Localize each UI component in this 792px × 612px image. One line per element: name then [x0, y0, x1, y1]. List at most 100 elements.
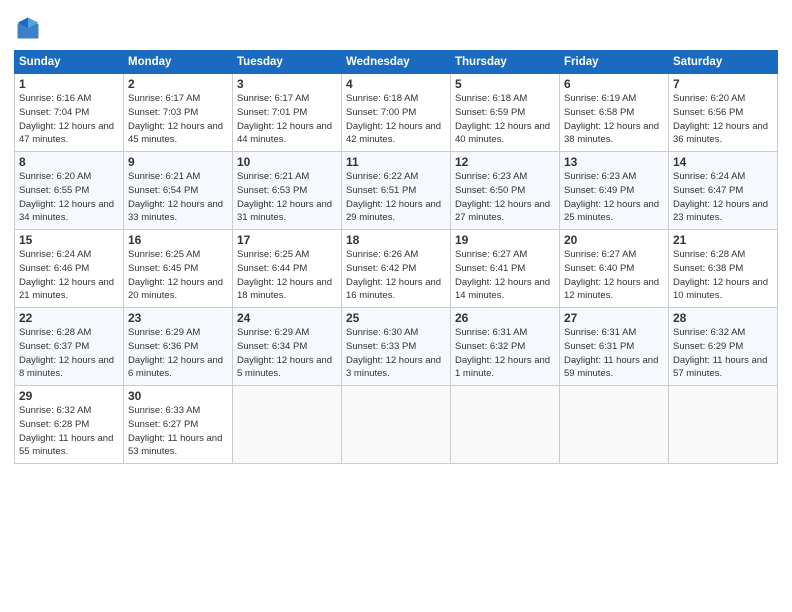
calendar-cell: 17Sunrise: 6:25 AM Sunset: 6:44 PM Dayli… — [233, 230, 342, 308]
calendar-table: SundayMondayTuesdayWednesdayThursdayFrid… — [14, 50, 778, 464]
day-info: Sunrise: 6:20 AM Sunset: 6:55 PM Dayligh… — [19, 170, 119, 225]
calendar-cell: 7Sunrise: 6:20 AM Sunset: 6:56 PM Daylig… — [669, 74, 778, 152]
day-number: 2 — [128, 77, 228, 91]
calendar-cell: 24Sunrise: 6:29 AM Sunset: 6:34 PM Dayli… — [233, 308, 342, 386]
day-number: 12 — [455, 155, 555, 169]
calendar-cell — [451, 386, 560, 464]
day-info: Sunrise: 6:31 AM Sunset: 6:31 PM Dayligh… — [564, 326, 664, 381]
weekday-header: Saturday — [669, 51, 778, 74]
day-info: Sunrise: 6:27 AM Sunset: 6:41 PM Dayligh… — [455, 248, 555, 303]
calendar-cell: 30Sunrise: 6:33 AM Sunset: 6:27 PM Dayli… — [124, 386, 233, 464]
day-info: Sunrise: 6:33 AM Sunset: 6:27 PM Dayligh… — [128, 404, 228, 459]
day-number: 26 — [455, 311, 555, 325]
day-info: Sunrise: 6:30 AM Sunset: 6:33 PM Dayligh… — [346, 326, 446, 381]
day-info: Sunrise: 6:20 AM Sunset: 6:56 PM Dayligh… — [673, 92, 773, 147]
calendar-cell: 27Sunrise: 6:31 AM Sunset: 6:31 PM Dayli… — [560, 308, 669, 386]
day-info: Sunrise: 6:32 AM Sunset: 6:28 PM Dayligh… — [19, 404, 119, 459]
day-number: 21 — [673, 233, 773, 247]
calendar-cell: 25Sunrise: 6:30 AM Sunset: 6:33 PM Dayli… — [342, 308, 451, 386]
calendar-cell: 6Sunrise: 6:19 AM Sunset: 6:58 PM Daylig… — [560, 74, 669, 152]
header — [14, 10, 778, 42]
day-number: 9 — [128, 155, 228, 169]
day-info: Sunrise: 6:25 AM Sunset: 6:45 PM Dayligh… — [128, 248, 228, 303]
day-info: Sunrise: 6:28 AM Sunset: 6:38 PM Dayligh… — [673, 248, 773, 303]
calendar-week-row: 22Sunrise: 6:28 AM Sunset: 6:37 PM Dayli… — [15, 308, 778, 386]
day-number: 10 — [237, 155, 337, 169]
calendar-week-row: 15Sunrise: 6:24 AM Sunset: 6:46 PM Dayli… — [15, 230, 778, 308]
calendar-cell: 2Sunrise: 6:17 AM Sunset: 7:03 PM Daylig… — [124, 74, 233, 152]
day-info: Sunrise: 6:21 AM Sunset: 6:53 PM Dayligh… — [237, 170, 337, 225]
calendar-cell: 4Sunrise: 6:18 AM Sunset: 7:00 PM Daylig… — [342, 74, 451, 152]
day-number: 11 — [346, 155, 446, 169]
day-info: Sunrise: 6:24 AM Sunset: 6:47 PM Dayligh… — [673, 170, 773, 225]
weekday-header: Sunday — [15, 51, 124, 74]
day-number: 8 — [19, 155, 119, 169]
calendar-cell: 12Sunrise: 6:23 AM Sunset: 6:50 PM Dayli… — [451, 152, 560, 230]
day-number: 4 — [346, 77, 446, 91]
day-number: 3 — [237, 77, 337, 91]
day-number: 16 — [128, 233, 228, 247]
day-info: Sunrise: 6:29 AM Sunset: 6:34 PM Dayligh… — [237, 326, 337, 381]
calendar-cell — [342, 386, 451, 464]
day-info: Sunrise: 6:18 AM Sunset: 6:59 PM Dayligh… — [455, 92, 555, 147]
day-number: 18 — [346, 233, 446, 247]
weekday-header: Wednesday — [342, 51, 451, 74]
weekday-header: Monday — [124, 51, 233, 74]
calendar-cell: 13Sunrise: 6:23 AM Sunset: 6:49 PM Dayli… — [560, 152, 669, 230]
day-info: Sunrise: 6:16 AM Sunset: 7:04 PM Dayligh… — [19, 92, 119, 147]
header-row: SundayMondayTuesdayWednesdayThursdayFrid… — [15, 51, 778, 74]
day-info: Sunrise: 6:17 AM Sunset: 7:01 PM Dayligh… — [237, 92, 337, 147]
day-info: Sunrise: 6:26 AM Sunset: 6:42 PM Dayligh… — [346, 248, 446, 303]
day-number: 30 — [128, 389, 228, 403]
day-info: Sunrise: 6:28 AM Sunset: 6:37 PM Dayligh… — [19, 326, 119, 381]
day-number: 23 — [128, 311, 228, 325]
day-number: 1 — [19, 77, 119, 91]
calendar-cell: 5Sunrise: 6:18 AM Sunset: 6:59 PM Daylig… — [451, 74, 560, 152]
day-info: Sunrise: 6:23 AM Sunset: 6:49 PM Dayligh… — [564, 170, 664, 225]
day-number: 7 — [673, 77, 773, 91]
day-info: Sunrise: 6:25 AM Sunset: 6:44 PM Dayligh… — [237, 248, 337, 303]
calendar-cell: 9Sunrise: 6:21 AM Sunset: 6:54 PM Daylig… — [124, 152, 233, 230]
day-info: Sunrise: 6:29 AM Sunset: 6:36 PM Dayligh… — [128, 326, 228, 381]
day-number: 24 — [237, 311, 337, 325]
day-info: Sunrise: 6:23 AM Sunset: 6:50 PM Dayligh… — [455, 170, 555, 225]
day-number: 27 — [564, 311, 664, 325]
calendar-cell: 18Sunrise: 6:26 AM Sunset: 6:42 PM Dayli… — [342, 230, 451, 308]
calendar-cell: 21Sunrise: 6:28 AM Sunset: 6:38 PM Dayli… — [669, 230, 778, 308]
day-number: 29 — [19, 389, 119, 403]
calendar-week-row: 1Sunrise: 6:16 AM Sunset: 7:04 PM Daylig… — [15, 74, 778, 152]
calendar-cell: 22Sunrise: 6:28 AM Sunset: 6:37 PM Dayli… — [15, 308, 124, 386]
day-info: Sunrise: 6:32 AM Sunset: 6:29 PM Dayligh… — [673, 326, 773, 381]
calendar-cell: 3Sunrise: 6:17 AM Sunset: 7:01 PM Daylig… — [233, 74, 342, 152]
calendar-cell: 10Sunrise: 6:21 AM Sunset: 6:53 PM Dayli… — [233, 152, 342, 230]
calendar-cell: 19Sunrise: 6:27 AM Sunset: 6:41 PM Dayli… — [451, 230, 560, 308]
logo — [14, 14, 45, 42]
day-info: Sunrise: 6:17 AM Sunset: 7:03 PM Dayligh… — [128, 92, 228, 147]
calendar-cell — [669, 386, 778, 464]
calendar-cell — [233, 386, 342, 464]
calendar-cell: 28Sunrise: 6:32 AM Sunset: 6:29 PM Dayli… — [669, 308, 778, 386]
calendar-header: SundayMondayTuesdayWednesdayThursdayFrid… — [15, 51, 778, 74]
day-info: Sunrise: 6:22 AM Sunset: 6:51 PM Dayligh… — [346, 170, 446, 225]
day-info: Sunrise: 6:24 AM Sunset: 6:46 PM Dayligh… — [19, 248, 119, 303]
day-number: 20 — [564, 233, 664, 247]
day-info: Sunrise: 6:19 AM Sunset: 6:58 PM Dayligh… — [564, 92, 664, 147]
calendar-cell: 29Sunrise: 6:32 AM Sunset: 6:28 PM Dayli… — [15, 386, 124, 464]
day-number: 5 — [455, 77, 555, 91]
calendar-week-row: 8Sunrise: 6:20 AM Sunset: 6:55 PM Daylig… — [15, 152, 778, 230]
day-number: 19 — [455, 233, 555, 247]
calendar-cell: 8Sunrise: 6:20 AM Sunset: 6:55 PM Daylig… — [15, 152, 124, 230]
calendar-body: 1Sunrise: 6:16 AM Sunset: 7:04 PM Daylig… — [15, 74, 778, 464]
day-number: 28 — [673, 311, 773, 325]
day-info: Sunrise: 6:31 AM Sunset: 6:32 PM Dayligh… — [455, 326, 555, 381]
weekday-header: Friday — [560, 51, 669, 74]
calendar-cell: 14Sunrise: 6:24 AM Sunset: 6:47 PM Dayli… — [669, 152, 778, 230]
day-number: 15 — [19, 233, 119, 247]
calendar-cell — [560, 386, 669, 464]
day-info: Sunrise: 6:21 AM Sunset: 6:54 PM Dayligh… — [128, 170, 228, 225]
day-number: 25 — [346, 311, 446, 325]
calendar-cell: 11Sunrise: 6:22 AM Sunset: 6:51 PM Dayli… — [342, 152, 451, 230]
day-number: 17 — [237, 233, 337, 247]
logo-icon — [14, 14, 42, 42]
day-number: 14 — [673, 155, 773, 169]
